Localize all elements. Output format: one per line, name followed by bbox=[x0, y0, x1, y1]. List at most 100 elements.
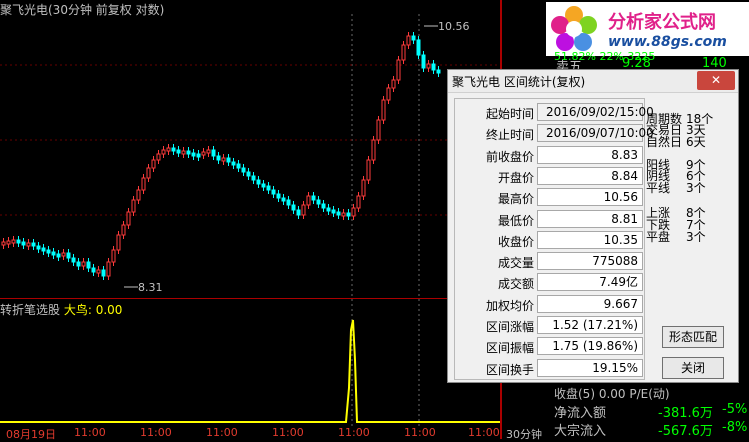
candle-body bbox=[61, 252, 66, 257]
candle-body bbox=[231, 161, 236, 166]
pattern-match-button[interactable]: 形态匹配 bbox=[662, 326, 724, 348]
axis-label: 11:00 bbox=[74, 426, 106, 439]
stat-field-label: 起始时间 bbox=[485, 107, 534, 121]
stat-field-value[interactable]: 10.56 bbox=[537, 188, 643, 207]
candle-body bbox=[321, 203, 326, 209]
candle-body bbox=[251, 175, 256, 181]
stat-field-value[interactable]: 8.84 bbox=[537, 166, 643, 185]
flower-logo-icon bbox=[551, 6, 597, 51]
candle-body bbox=[86, 261, 91, 269]
candle-body bbox=[291, 204, 296, 211]
candle-body bbox=[311, 195, 316, 201]
stat-field-row: 收盘价 10.35 bbox=[455, 230, 646, 251]
candle-body bbox=[296, 209, 301, 216]
stat-field-row: 成交额 7.49亿 bbox=[455, 273, 646, 293]
candle-body bbox=[111, 249, 116, 263]
kline-svg bbox=[0, 14, 500, 426]
stat-field-row: 开盘价 8.84 bbox=[455, 166, 646, 187]
candle-body bbox=[71, 257, 76, 263]
interval-stats-dialog: 聚飞光电 区间统计(复权) ✕ 起始时间 2016/09/02/15:00 终止时间… bbox=[447, 69, 739, 383]
candle-body bbox=[266, 185, 271, 191]
candle-body bbox=[386, 87, 391, 101]
candle-body bbox=[281, 197, 286, 202]
stat-field-value[interactable]: 8.81 bbox=[537, 209, 643, 228]
period-selector[interactable]: 30分钟 bbox=[502, 426, 552, 441]
indicator-name: 转折笔选股 bbox=[0, 303, 61, 317]
candle-body bbox=[191, 152, 196, 157]
net-inflow-pct: -5% bbox=[722, 402, 748, 417]
stat-field-label: 区间振幅 bbox=[485, 341, 534, 356]
candle-body bbox=[106, 261, 111, 277]
dialog-titlebar[interactable]: 聚飞光电 区间统计(复权) ✕ bbox=[448, 70, 738, 93]
candle-body bbox=[341, 212, 346, 217]
candle-body bbox=[6, 240, 11, 245]
candle-body bbox=[166, 147, 171, 152]
candle-body bbox=[411, 35, 416, 41]
stat-field-value[interactable]: 19.15% bbox=[537, 358, 643, 377]
candle-body bbox=[396, 59, 401, 81]
candle-body bbox=[146, 167, 151, 179]
stat-field-row: 加权均价 9.667 bbox=[455, 294, 646, 315]
indicator-value: 大鸟: 0.00 bbox=[63, 303, 123, 317]
candle-body bbox=[346, 212, 351, 217]
stat-field-label: 成交额 bbox=[497, 277, 534, 292]
candle-body bbox=[101, 269, 106, 277]
candle-body bbox=[226, 157, 231, 163]
candle-body bbox=[376, 119, 381, 141]
stat-field-value[interactable]: 2016/09/07/10:00 bbox=[537, 124, 654, 143]
stat-field-value[interactable]: 7.49亿 bbox=[537, 273, 643, 292]
block-inflow-pct: -8% bbox=[722, 420, 748, 435]
stat-field-value[interactable]: 775088 bbox=[537, 252, 643, 271]
candle-body bbox=[51, 251, 56, 256]
candle-body bbox=[426, 63, 431, 69]
stat-field-value[interactable]: 2016/09/02/15:00 bbox=[537, 103, 654, 121]
candle-body bbox=[421, 54, 426, 69]
candle-body bbox=[201, 151, 206, 156]
stat-field-row: 成交量 775088 bbox=[455, 252, 646, 272]
close-button[interactable]: 关闭 bbox=[662, 357, 724, 379]
stat-field-value[interactable]: 1.52 (17.21%) bbox=[537, 316, 643, 334]
candle-body bbox=[271, 189, 276, 195]
kline-chart[interactable]: 聚飞光电(30分钟 前复权 对数) 10.56 8.31 转折笔选股 大鸟: 0… bbox=[0, 0, 500, 439]
stat-field-value[interactable]: 1.75 (19.86%) bbox=[537, 337, 643, 356]
candle-body bbox=[116, 234, 121, 251]
stat-field-row: 起始时间 2016/09/02/15:00 bbox=[455, 103, 654, 123]
logo-url-text: www.88gs.com bbox=[608, 34, 727, 50]
candle-body bbox=[151, 159, 156, 169]
axis-label: 08月19日 bbox=[6, 428, 56, 441]
axis-label: 11:00 bbox=[140, 426, 172, 439]
block-inflow-row: 大宗流入 -567.6万 -8% bbox=[554, 420, 747, 439]
dialog-title: 聚飞光电 区间统计(复权) bbox=[452, 75, 586, 89]
logo-brand-text: 分析家公式网 bbox=[608, 12, 716, 33]
candle-body bbox=[256, 179, 261, 185]
net-inflow-value: -381.6万 bbox=[658, 406, 713, 421]
candle-body bbox=[161, 149, 166, 155]
stats-fields-group: 起始时间 2016/09/02/15:00 终止时间 2016/09/07/10:00… bbox=[454, 98, 654, 380]
stat-field-value[interactable]: 10.35 bbox=[537, 230, 643, 249]
stat-field-value[interactable]: 9.667 bbox=[537, 294, 643, 313]
block-inflow-value: -567.6万 bbox=[658, 424, 713, 439]
axis-label: 11:00 bbox=[338, 426, 370, 439]
net-inflow-row: 净流入额 -381.6万 -5% bbox=[554, 402, 747, 421]
candle-body bbox=[301, 204, 306, 216]
axis-label: 11:00 bbox=[206, 426, 238, 439]
stat-count: 平盘 3个 bbox=[646, 228, 706, 245]
stat-count: 自然日 6天 bbox=[646, 133, 706, 150]
time-axis: 08月19日 11:00 11:00 11:00 11:00 11:00 11:… bbox=[0, 426, 502, 441]
close-icon[interactable]: ✕ bbox=[697, 71, 735, 90]
candle-body bbox=[26, 242, 31, 247]
candle-body bbox=[211, 149, 216, 157]
candle-body bbox=[91, 267, 96, 273]
stat-field-value[interactable]: 8.83 bbox=[537, 145, 643, 164]
stat-field-row: 最低价 8.81 bbox=[455, 209, 646, 230]
candle-body bbox=[221, 157, 226, 162]
stat-field-label: 成交量 bbox=[497, 256, 534, 271]
candle-body bbox=[181, 150, 186, 155]
candle-body bbox=[351, 207, 356, 217]
candle-body bbox=[381, 99, 386, 121]
candle-body bbox=[236, 163, 241, 169]
stat-field-row: 前收盘价 8.83 bbox=[455, 145, 646, 166]
candle-body bbox=[31, 242, 36, 247]
candle-body bbox=[206, 149, 211, 154]
candle-body bbox=[371, 139, 376, 161]
